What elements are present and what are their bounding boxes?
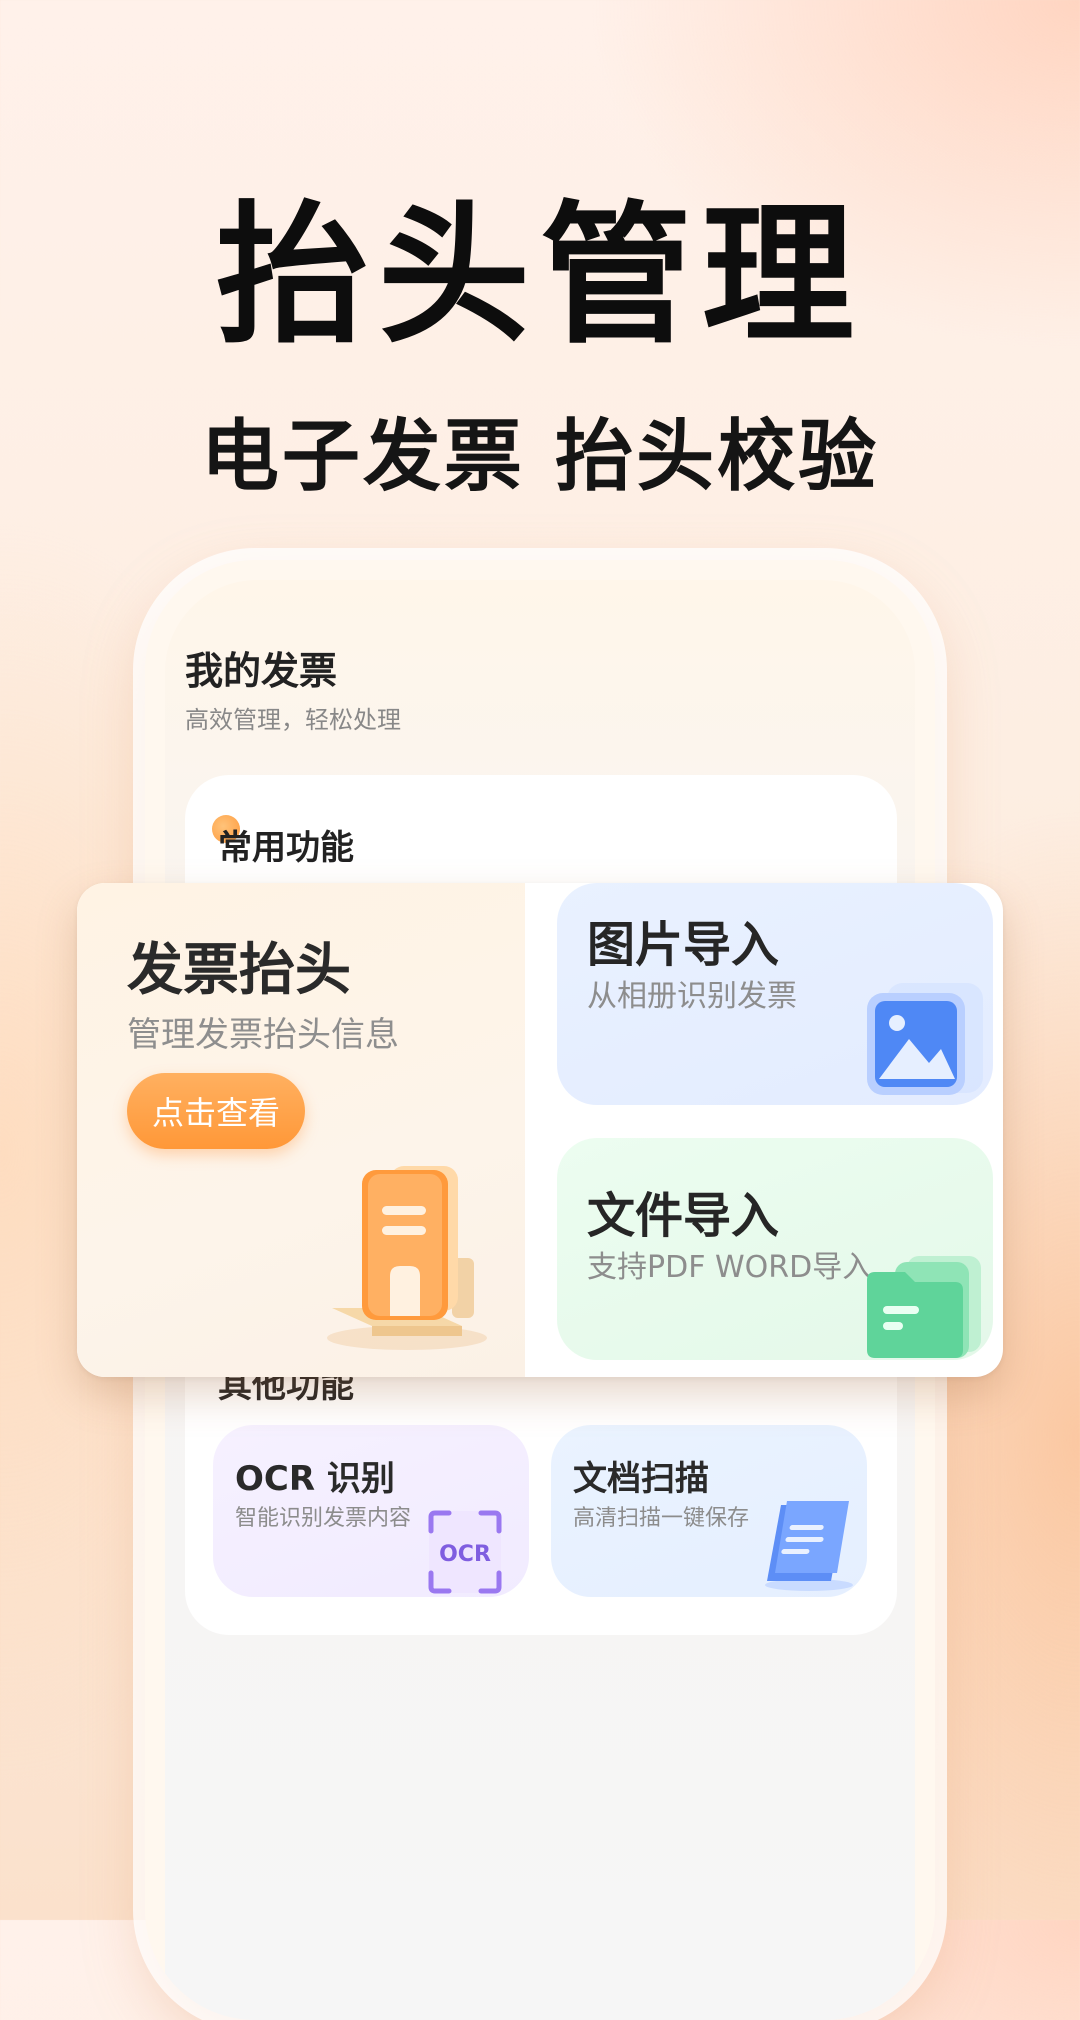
image-icon xyxy=(867,983,983,1095)
promo-headline: 抬头管理 xyxy=(216,187,864,364)
document-scan-tile[interactable]: 文档扫描 高清扫描一键保存 xyxy=(551,1425,867,1597)
page-subtitle: 高效管理，轻松处理 xyxy=(185,706,401,734)
promo-subheadline: 电子发票 抬头校验 xyxy=(200,412,880,502)
ocr-tile-title: OCR 识别 xyxy=(235,1459,395,1499)
invoice-header-card[interactable]: 发票抬头 管理发票抬头信息 点击查看 xyxy=(77,883,525,1377)
view-button[interactable]: 点击查看 xyxy=(127,1073,305,1149)
ocr-tile-subtitle: 智能识别发票内容 xyxy=(235,1506,412,1531)
invoice-header-icon xyxy=(327,1166,487,1350)
file-import-subtitle: 支持PDF WORD导入 xyxy=(587,1250,873,1285)
image-import-subtitle: 从相册识别发票 xyxy=(587,979,797,1014)
svg-text:OCR: OCR xyxy=(439,1542,491,1567)
scan-document-icon xyxy=(765,1501,853,1591)
scan-tile-subtitle: 高清扫描一键保存 xyxy=(573,1506,750,1531)
page-title: 我的发票 xyxy=(185,649,338,693)
file-import-tile[interactable]: 文件导入 支持PDF WORD导入 xyxy=(557,1138,993,1360)
ocr-icon: OCR xyxy=(428,1510,502,1594)
image-import-title: 图片导入 xyxy=(587,917,780,973)
invoice-header-subtitle: 管理发票抬头信息 xyxy=(127,1015,399,1055)
folder-icon xyxy=(867,1256,981,1358)
feature-card: 发票抬头 管理发票抬头信息 点击查看 图片导入 从相册识别发票 文件导入 支持P… xyxy=(77,883,1003,1377)
section-title-common: 常用功能 xyxy=(218,828,354,868)
image-import-tile[interactable]: 图片导入 从相册识别发票 xyxy=(557,883,993,1105)
scan-tile-title: 文档扫描 xyxy=(573,1459,709,1499)
ocr-tile[interactable]: OCR 识别 智能识别发票内容 OCR xyxy=(213,1425,529,1597)
invoice-header-title: 发票抬头 xyxy=(127,938,351,1003)
file-import-title: 文件导入 xyxy=(587,1188,780,1244)
